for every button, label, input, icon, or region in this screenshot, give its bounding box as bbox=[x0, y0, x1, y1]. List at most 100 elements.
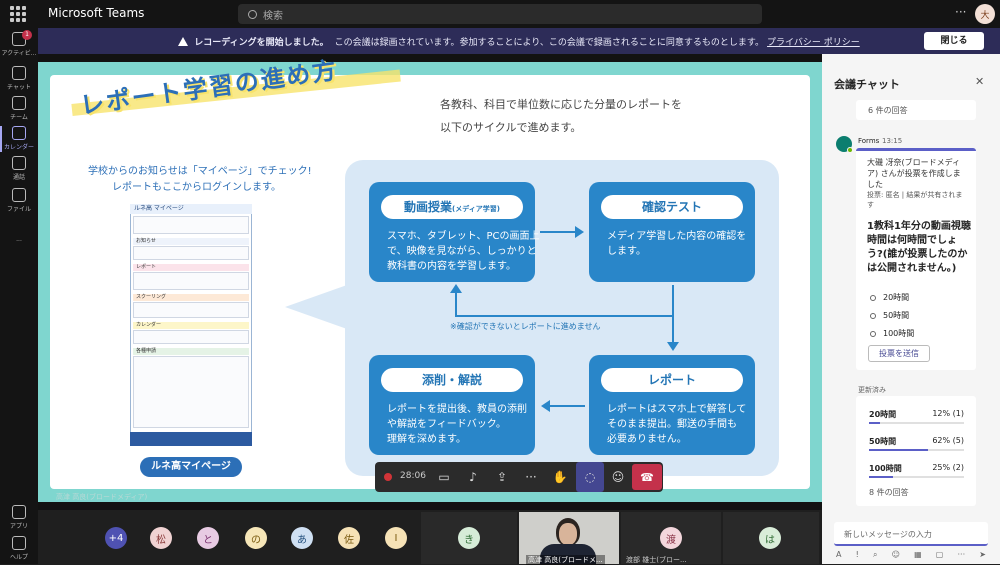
close-icon[interactable]: ✕ bbox=[975, 75, 984, 88]
rail-item-7[interactable]: アプリ bbox=[0, 505, 38, 530]
priority-icon[interactable]: ! bbox=[856, 550, 859, 560]
rail-label: チャット bbox=[7, 84, 31, 91]
radio-icon[interactable] bbox=[870, 312, 876, 319]
poll-option[interactable]: 100時間 bbox=[870, 328, 914, 339]
mic-off-icon[interactable]: ♪ bbox=[459, 462, 487, 492]
rail-icon bbox=[12, 188, 26, 202]
privacy-policy-link[interactable]: プライバシー ポリシー bbox=[767, 35, 860, 48]
callout-pointer bbox=[285, 285, 347, 329]
message-time: 13:15 bbox=[882, 137, 903, 145]
recording-indicator-icon bbox=[384, 473, 392, 481]
rail-item-2[interactable]: チーム bbox=[0, 96, 38, 121]
rail-label: チーム bbox=[10, 114, 28, 121]
more-actions-icon[interactable]: ··· bbox=[517, 462, 545, 492]
participant-avatar[interactable]: の bbox=[245, 527, 267, 549]
poll-option-label: 100時間 bbox=[883, 329, 915, 338]
close-banner-button[interactable]: 閉じる bbox=[924, 32, 984, 50]
message-input[interactable]: 新しいメッセージの入力 bbox=[834, 522, 988, 546]
rail-icon bbox=[12, 222, 26, 236]
search-input[interactable]: 検索 bbox=[238, 4, 762, 24]
mypage-header: ルネ高 マイページ bbox=[130, 204, 252, 214]
banner-bold-text: レコーディングを開始しました。 bbox=[194, 37, 329, 48]
more-icon[interactable]: ··· bbox=[958, 550, 966, 560]
search-placeholder: 検索 bbox=[263, 10, 283, 22]
result-count: 62% (5) bbox=[932, 436, 964, 445]
mypage-block bbox=[133, 330, 249, 344]
arrow-right-head bbox=[575, 226, 584, 238]
poll-option[interactable]: 50時間 bbox=[870, 310, 909, 321]
arrow-left-head bbox=[541, 400, 550, 412]
emoji-icon[interactable]: ☺ bbox=[892, 550, 900, 560]
poll-option[interactable]: 20時間 bbox=[870, 292, 909, 303]
gif-icon[interactable]: ▦ bbox=[914, 550, 922, 560]
more-options-button[interactable]: ··· bbox=[955, 5, 966, 19]
share-screen-icon[interactable]: ⇪ bbox=[488, 462, 516, 492]
rail-item-8[interactable]: ヘルプ bbox=[0, 536, 38, 561]
result-bar bbox=[869, 449, 928, 451]
mypage-block bbox=[133, 302, 249, 318]
participant-avatar[interactable]: +4 bbox=[105, 527, 127, 549]
participant-avatar[interactable]: 佐 bbox=[338, 527, 360, 549]
arrow-left bbox=[545, 405, 585, 407]
participant-avatar[interactable]: は bbox=[759, 527, 781, 549]
app-launcher-icon[interactable] bbox=[10, 6, 26, 22]
participant-avatar[interactable]: 渡 bbox=[660, 527, 682, 549]
card-text-line: レポートはスマホ上で解答して bbox=[607, 404, 747, 415]
rail-item-6[interactable]: ··· bbox=[0, 222, 38, 245]
participant-avatar[interactable]: と bbox=[197, 527, 219, 549]
card-text-line: や解説をフィードバック。 bbox=[387, 419, 506, 430]
raise-hand-icon[interactable]: ✋ bbox=[546, 462, 574, 492]
mypage-section-calendar: カレンダー bbox=[133, 322, 249, 329]
rail-item-5[interactable]: ファイル bbox=[0, 188, 38, 213]
mypage-block bbox=[133, 246, 249, 260]
result-bar bbox=[869, 476, 893, 478]
send-icon[interactable]: ➤ bbox=[979, 550, 986, 560]
rail-icon bbox=[12, 536, 26, 550]
arrow-down-head bbox=[667, 342, 679, 351]
card-video-lesson-title: 動画授業(メディア学習) bbox=[381, 195, 523, 219]
participant-avatar[interactable]: 松 bbox=[150, 527, 172, 549]
submit-vote-button[interactable]: 投票を送信 bbox=[868, 345, 930, 362]
chat-icon[interactable]: ◌ bbox=[576, 462, 604, 492]
rail-item-3[interactable]: カレンダー bbox=[0, 126, 38, 152]
cycle-note: ※確認ができないとレポートに進めません bbox=[450, 322, 601, 331]
participants-icon[interactable]: ☺ bbox=[604, 462, 632, 492]
rail-label: ヘルプ bbox=[9, 554, 28, 561]
rail-label: アプリ bbox=[9, 523, 28, 530]
rail-label: ファイル bbox=[6, 206, 31, 213]
sticker-icon[interactable]: ▢ bbox=[936, 550, 944, 560]
rail-icon bbox=[12, 126, 26, 140]
mypage-section-report: レポート bbox=[133, 264, 249, 271]
notice-line1: 学校からのお知らせは「マイページ」でチェック! bbox=[88, 166, 312, 177]
updated-label: 更新済み bbox=[858, 386, 886, 394]
loop-up-line bbox=[455, 292, 457, 317]
rail-icon bbox=[12, 96, 26, 110]
previous-response-count: 6 件の回答 bbox=[856, 100, 976, 120]
compose-toolbar: A ! ⌕ ☺ ▦ ▢ ··· ➤ bbox=[836, 550, 986, 560]
attach-icon[interactable]: ⌕ bbox=[873, 550, 877, 560]
radio-icon[interactable] bbox=[870, 294, 876, 301]
presence-icon bbox=[847, 147, 853, 153]
rail-item-4[interactable]: 通話 bbox=[0, 156, 38, 181]
card-check-test-text: メディア学習した内容の確認を します。 bbox=[607, 229, 746, 259]
participant-avatar[interactable]: き bbox=[458, 527, 480, 549]
rail-label: カレンダー bbox=[3, 144, 34, 151]
rail-label: アクティビ... bbox=[1, 50, 37, 57]
rail-label: ··· bbox=[16, 238, 22, 245]
format-icon[interactable]: A bbox=[836, 550, 841, 560]
poll-settings: 投票: 匿名 | 結果が共有されます bbox=[867, 191, 963, 209]
card-text-line: します。 bbox=[607, 246, 646, 257]
rail-item-1[interactable]: チャット bbox=[0, 66, 38, 91]
hang-up-button[interactable]: ☎ bbox=[632, 464, 662, 490]
camera-off-icon[interactable]: ▭ bbox=[430, 462, 458, 492]
result-label: 50時間 bbox=[869, 437, 897, 446]
rail-item-0[interactable]: アクティビ... 1 bbox=[0, 30, 38, 57]
loop-line bbox=[455, 315, 673, 317]
presenter-caption: 高津 高良(ブロードメディア) bbox=[56, 493, 148, 501]
mypage-footer bbox=[130, 432, 252, 446]
user-avatar[interactable]: 大 bbox=[975, 4, 995, 24]
participant-avatar[interactable]: I bbox=[385, 527, 407, 549]
participant-avatar[interactable]: あ bbox=[291, 527, 313, 549]
radio-icon[interactable] bbox=[870, 330, 876, 337]
card-title-text: 動画授業 bbox=[404, 200, 453, 214]
